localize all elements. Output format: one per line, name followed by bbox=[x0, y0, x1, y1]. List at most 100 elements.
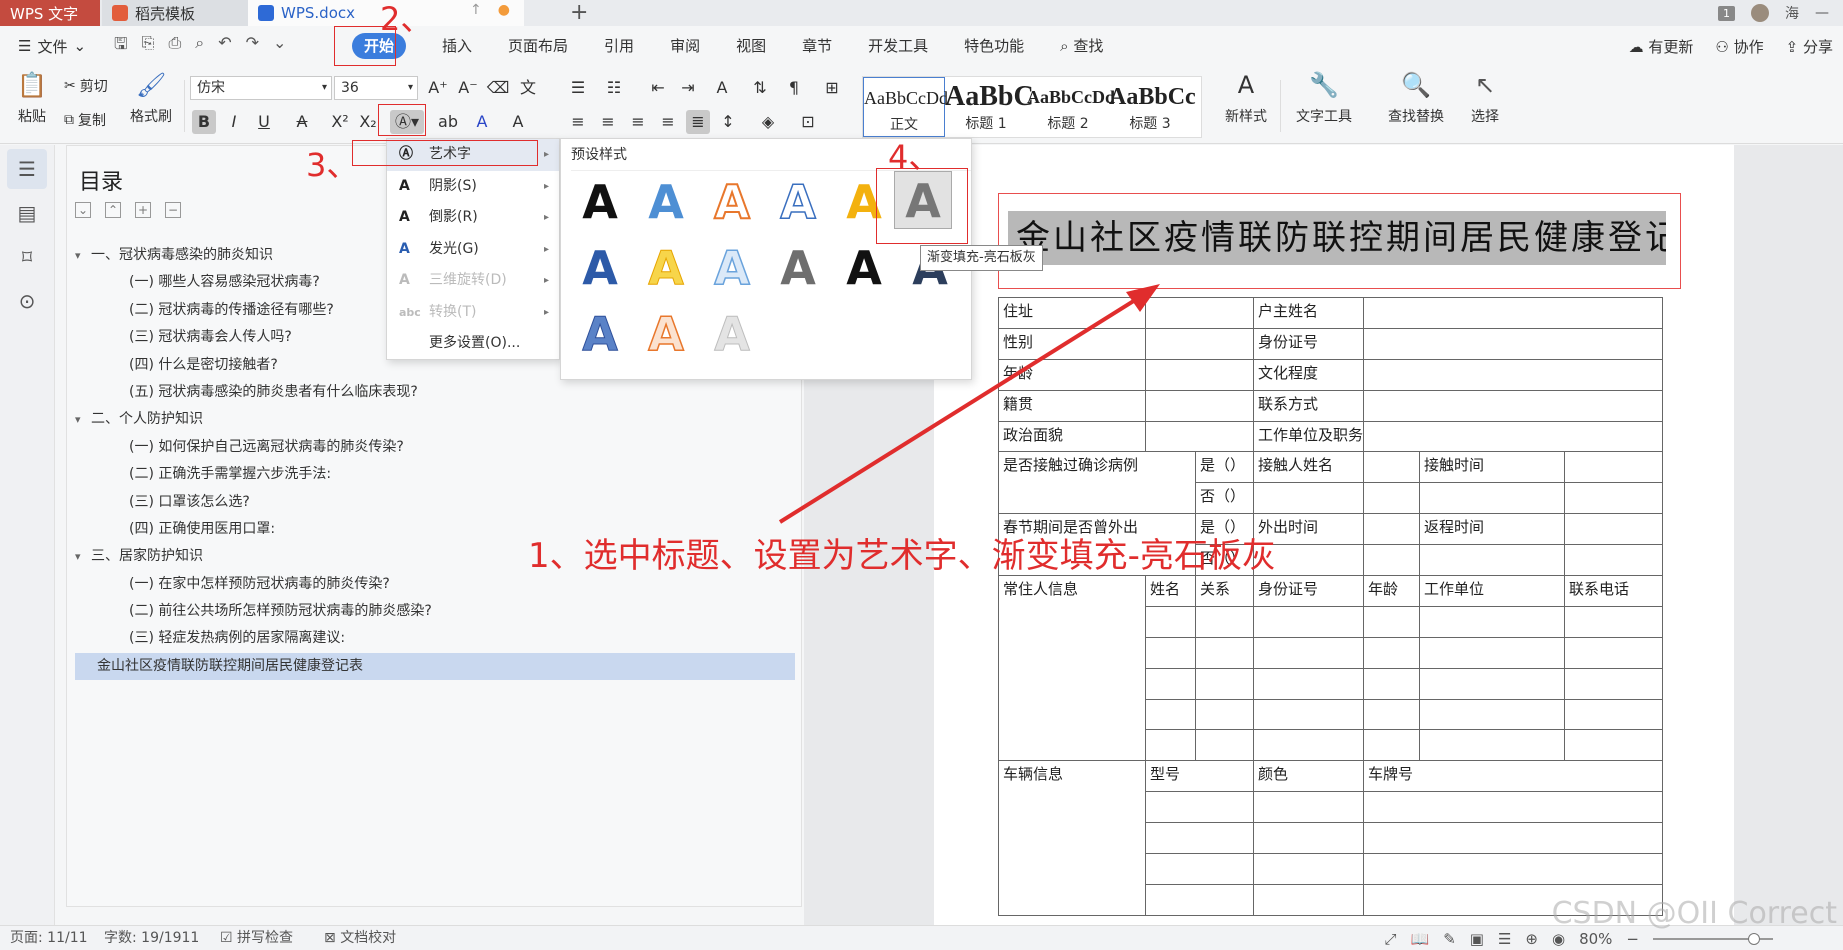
char-shading-icon[interactable]: A bbox=[506, 110, 530, 134]
table-border-icon[interactable]: ⊞ bbox=[820, 76, 844, 100]
save-icon[interactable]: 🖫 bbox=[114, 33, 128, 60]
line-spacing-icon[interactable]: ↕ bbox=[716, 110, 740, 134]
toc-item[interactable]: ▾ 二、个人防护知识 bbox=[75, 406, 795, 433]
remove-item-icon[interactable]: − bbox=[165, 202, 181, 218]
proofread-button[interactable]: ⊠ 文档校对 bbox=[324, 926, 396, 950]
print-preview-icon[interactable]: ⌕ bbox=[195, 33, 204, 60]
collapse-all-icon[interactable]: ⌃ bbox=[105, 202, 121, 218]
zoom-slider-handle[interactable] bbox=[1748, 932, 1760, 945]
increase-indent-icon[interactable]: ⇥ bbox=[676, 76, 700, 100]
preset-style-blue-outline[interactable]: A bbox=[769, 173, 827, 231]
align-left-icon[interactable]: ≡ bbox=[566, 110, 590, 134]
format-painter-button[interactable]: 🖌 格式刷 bbox=[126, 70, 176, 126]
tab-features[interactable]: 特色功能 bbox=[946, 26, 1042, 66]
toc-item[interactable]: (五) 冠状病毒感染的肺炎患者有什么临床表现? bbox=[75, 379, 795, 406]
spell-check-button[interactable]: ☑ 拼写检查 bbox=[220, 926, 293, 950]
toc-item[interactable]: (三) 轻症发热病例的居家隔离建议: bbox=[75, 625, 795, 652]
web-view-icon[interactable]: ⊕ bbox=[1525, 930, 1538, 948]
style-gallery[interactable]: AaBbCcDd 正文 AaBbC 标题 1 AaBbCcDd 标题 2 AaBbCc… bbox=[862, 76, 1202, 138]
page-view-icon[interactable]: ▣ bbox=[1470, 930, 1484, 948]
sort-icon[interactable]: ⇅ bbox=[748, 76, 772, 100]
underline-icon[interactable]: U bbox=[252, 110, 276, 134]
preset-style-orange-outline[interactable]: A bbox=[703, 173, 761, 231]
tab-developer[interactable]: 开发工具 bbox=[850, 26, 946, 66]
tab-review[interactable]: 审阅 bbox=[652, 26, 718, 66]
tab-insert[interactable]: 插入 bbox=[424, 26, 490, 66]
font-color-icon[interactable]: A bbox=[470, 110, 494, 134]
strikethrough-icon[interactable]: A bbox=[290, 110, 314, 134]
font-name-select[interactable]: 仿宋 ▾ bbox=[190, 76, 332, 100]
find-panel-icon[interactable]: ⊙ bbox=[7, 281, 47, 321]
bold-icon[interactable]: B bbox=[192, 110, 216, 134]
text-tools-button[interactable]: 🔧 文字工具 bbox=[1288, 70, 1360, 126]
collab-button[interactable]: ⚇ 协作 bbox=[1715, 36, 1763, 57]
add-item-icon[interactable]: + bbox=[135, 202, 151, 218]
preset-style-blue-outline-fill[interactable]: A bbox=[571, 305, 629, 363]
zoom-out-icon[interactable]: − bbox=[1626, 930, 1639, 948]
window-count-badge[interactable]: 1 bbox=[1718, 5, 1735, 21]
cut-button[interactable]: ✂ 剪切 bbox=[64, 76, 108, 96]
highlight-icon[interactable]: ab bbox=[432, 110, 464, 134]
select-button[interactable]: ↖ 选择 bbox=[1460, 70, 1510, 126]
paste-button[interactable]: 📋 粘贴 bbox=[10, 70, 54, 126]
toc-item[interactable]: (三) 口罩该怎么选? bbox=[75, 489, 795, 516]
align-right-icon[interactable]: ≡ bbox=[626, 110, 650, 134]
fullscreen-icon[interactable]: ⤢ bbox=[1384, 930, 1396, 948]
toc-item[interactable]: (二) 正确洗手需掌握六步洗手法: bbox=[75, 461, 795, 488]
chapter-panel-icon[interactable]: ▤ bbox=[7, 193, 47, 233]
toc-item[interactable]: 金山社区疫情联防联控期间居民健康登记表 bbox=[75, 652, 795, 681]
align-center-icon[interactable]: ≡ bbox=[596, 110, 620, 134]
toc-item[interactable]: (二) 前往公共场所怎样预防冠状病毒的肺炎感染? bbox=[75, 598, 795, 625]
font-size-select[interactable]: 36 ▾ bbox=[334, 76, 418, 100]
menu-item-glow[interactable]: A 发光(G) ▸ bbox=[387, 234, 559, 266]
reading-mode-icon[interactable]: 📖 bbox=[1411, 930, 1430, 948]
distributed-icon[interactable]: ≣ bbox=[686, 110, 710, 134]
preset-style-peach-outline[interactable]: A bbox=[637, 305, 695, 363]
tab-references[interactable]: 引用 bbox=[586, 26, 652, 66]
preset-style-black-bold[interactable]: A bbox=[835, 239, 893, 297]
menu-item-reflection[interactable]: A 倒影(R) ▸ bbox=[387, 202, 559, 234]
preset-style-light-blue[interactable]: A bbox=[703, 239, 761, 297]
edit-mode-icon[interactable]: ✎ bbox=[1443, 930, 1456, 948]
italic-icon[interactable]: I bbox=[222, 110, 246, 134]
chevron-down-icon[interactable]: ▾ bbox=[75, 406, 91, 433]
file-menu[interactable]: ☰ 文件 ⌄ bbox=[0, 36, 104, 57]
print-icon[interactable]: ⎙ bbox=[168, 33, 181, 60]
share-button[interactable]: ⇪ 分享 bbox=[1786, 36, 1833, 57]
zoom-level[interactable]: 80% bbox=[1579, 930, 1612, 948]
style-heading-1[interactable]: AaBbC 标题 1 bbox=[945, 77, 1034, 137]
user-avatar[interactable] bbox=[1751, 4, 1769, 22]
justify-icon[interactable]: ≡ bbox=[656, 110, 680, 134]
chevron-down-icon[interactable]: ▾ bbox=[75, 242, 91, 269]
preset-style-blue-shadow[interactable]: A bbox=[571, 239, 629, 297]
new-tab-plus-icon[interactable]: + bbox=[570, 0, 588, 25]
grow-font-icon[interactable]: A⁺ bbox=[426, 76, 450, 100]
style-normal[interactable]: AaBbCcDd 正文 bbox=[863, 77, 948, 137]
chinese-layout-icon[interactable]: A bbox=[710, 76, 734, 100]
template-tab[interactable]: 稻壳模板 bbox=[102, 0, 248, 26]
app-tab[interactable]: WPS 文字 bbox=[0, 0, 100, 26]
toc-panel-icon[interactable]: ☰ bbox=[7, 149, 47, 189]
zoom-slider[interactable] bbox=[1653, 932, 1773, 945]
toc-item[interactable]: (一) 如何保护自己远离冠状病毒的肺炎传染? bbox=[75, 434, 795, 461]
new-style-button[interactable]: A 新样式 bbox=[1218, 70, 1274, 126]
numbering-icon[interactable]: ☷ bbox=[602, 76, 626, 100]
redo-icon[interactable]: ↷ bbox=[246, 33, 259, 60]
bookmark-icon[interactable]: ⌑ bbox=[7, 237, 47, 277]
shrink-font-icon[interactable]: A⁻ bbox=[456, 76, 480, 100]
bullets-icon[interactable]: ☰ bbox=[566, 76, 590, 100]
style-heading-3[interactable]: AaBbCc 标题 3 bbox=[1109, 77, 1196, 137]
preset-style-silver[interactable]: A bbox=[703, 305, 761, 363]
menu-item-shadow[interactable]: A 阴影(S) ▸ bbox=[387, 171, 559, 203]
export-icon[interactable]: ⎘ bbox=[142, 33, 155, 60]
undo-icon[interactable]: ↶ bbox=[218, 33, 231, 60]
minimize-icon[interactable]: — bbox=[1815, 5, 1829, 21]
preset-style-yellow-outline[interactable]: A bbox=[637, 239, 695, 297]
customize-quick-access-icon[interactable]: ⌄ bbox=[273, 33, 286, 60]
decrease-indent-icon[interactable]: ⇤ bbox=[646, 76, 670, 100]
shading-icon[interactable]: ◈ bbox=[756, 110, 780, 134]
tab-page-layout[interactable]: 页面布局 bbox=[490, 26, 586, 66]
borders-icon[interactable]: ⊡ bbox=[796, 110, 820, 134]
superscript-icon[interactable]: X² bbox=[328, 110, 352, 134]
outline-view-icon[interactable]: ☰ bbox=[1498, 930, 1511, 948]
